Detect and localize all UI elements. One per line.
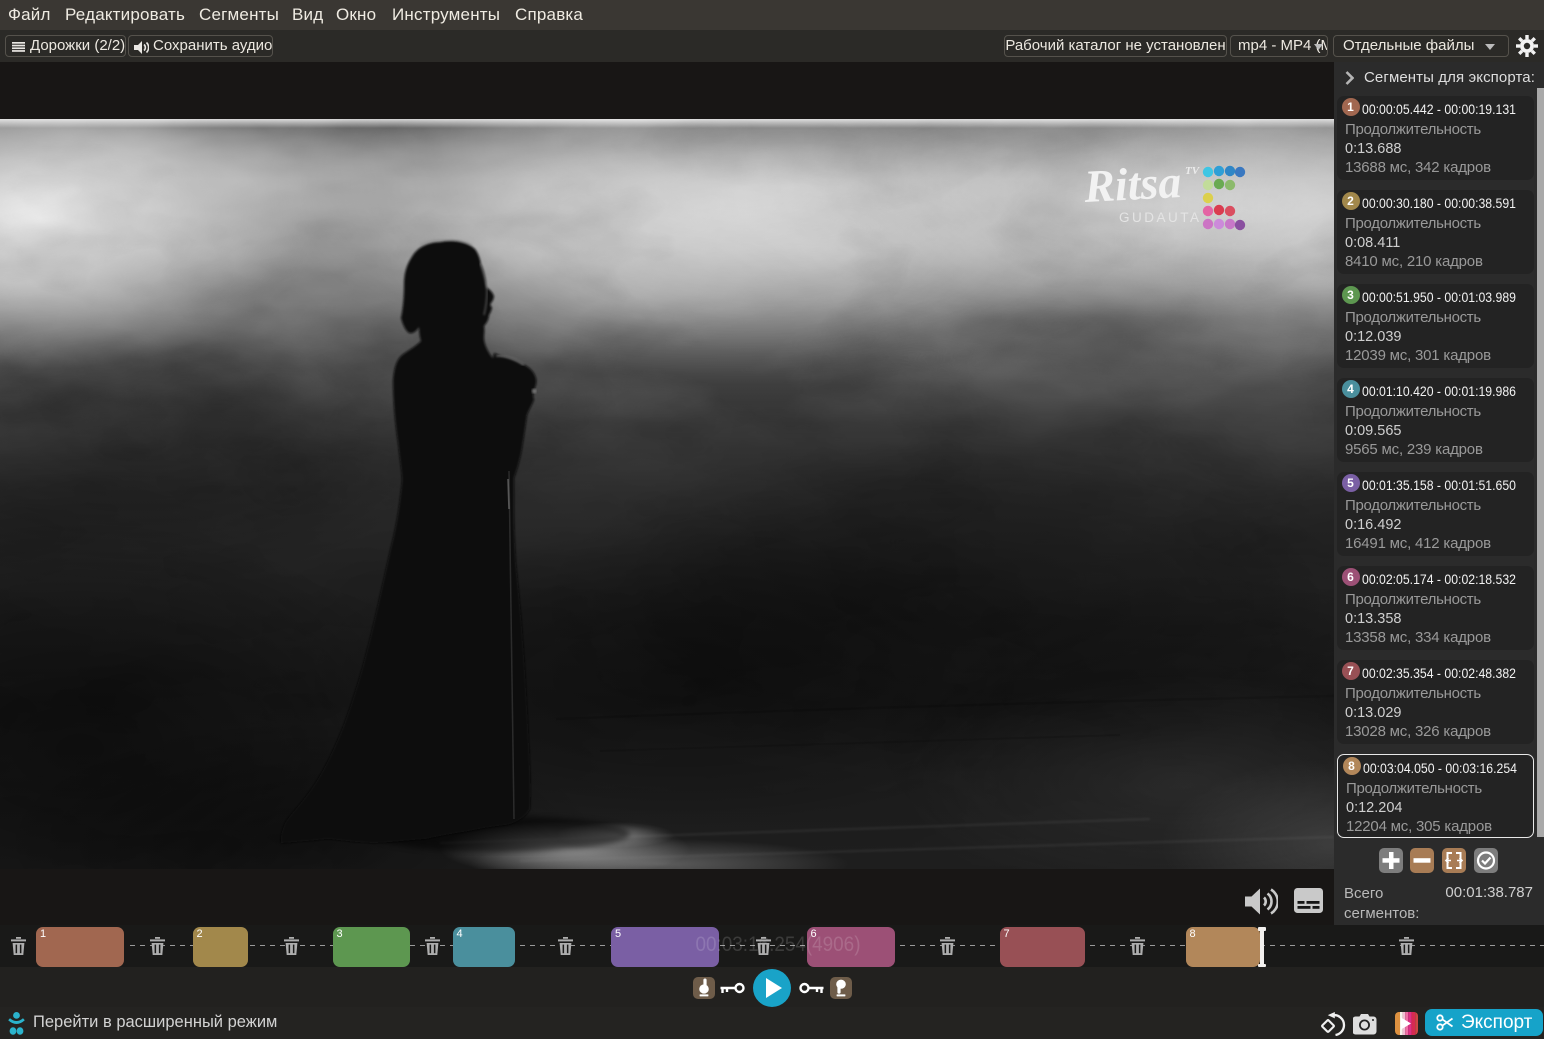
svg-text:TV: TV xyxy=(1185,165,1201,177)
svg-text:GUDAUTA: GUDAUTA xyxy=(1119,210,1202,225)
svg-text:Ritsa: Ritsa xyxy=(1082,156,1183,212)
